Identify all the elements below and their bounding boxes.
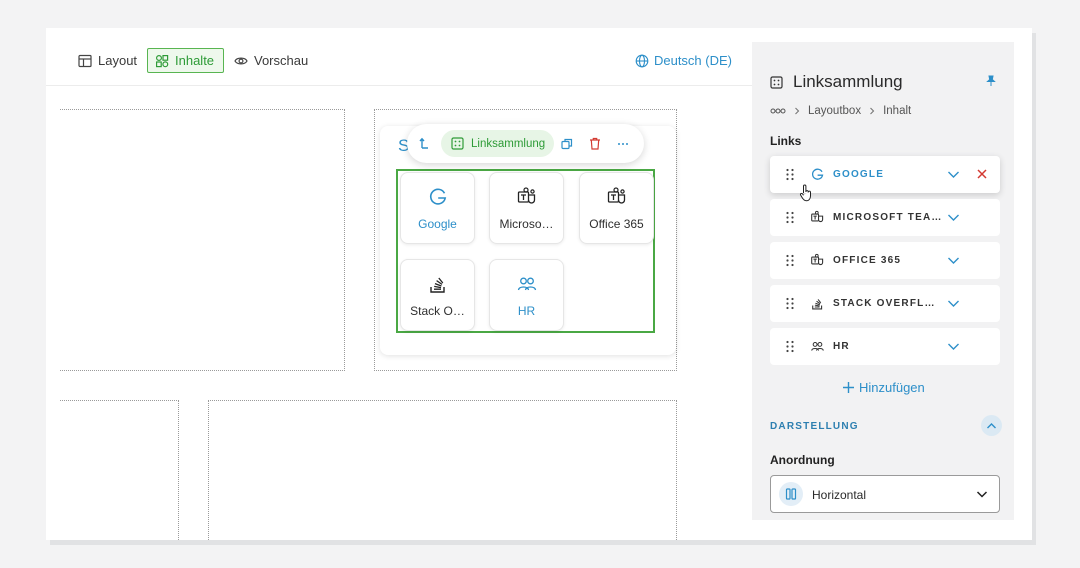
tile-label: Office 365 bbox=[589, 216, 644, 231]
link-label: HR bbox=[833, 341, 850, 352]
layout-icon bbox=[78, 54, 92, 68]
widget-type-text: Linksammlung bbox=[471, 137, 546, 150]
tab-label: Inhalte bbox=[175, 53, 215, 68]
breadcrumb-item[interactable]: Inhalt bbox=[883, 105, 911, 117]
layout-box[interactable] bbox=[60, 109, 345, 371]
breadcrumb: Layoutbox Inhalt bbox=[770, 105, 911, 117]
chevron-right-icon bbox=[793, 107, 801, 115]
teams-icon bbox=[606, 186, 628, 208]
chevron-right-icon bbox=[868, 107, 876, 115]
widget-toolbar: Linksammlung bbox=[407, 124, 644, 163]
content-icon bbox=[155, 54, 169, 68]
properties-panel: Linksammlung Layoutbox Inhalt Links GOOG… bbox=[752, 42, 1014, 520]
teams-icon bbox=[516, 186, 538, 208]
columns-icon bbox=[779, 482, 803, 506]
tile-stack-overflow[interactable]: Stack O… bbox=[400, 259, 475, 331]
panel-title-text: Linksammlung bbox=[793, 72, 903, 91]
hand-cursor-icon bbox=[799, 184, 813, 202]
link-label: STACK OVERFLOW bbox=[833, 298, 943, 309]
tile-label: HR bbox=[517, 303, 536, 318]
links-heading: Links bbox=[770, 134, 802, 148]
tile-label: Stack O… bbox=[410, 303, 465, 318]
chevron-down-icon bbox=[976, 490, 988, 499]
drag-handle-icon[interactable] bbox=[785, 340, 795, 353]
globe-icon bbox=[635, 54, 649, 68]
close-icon[interactable] bbox=[976, 168, 988, 180]
language-selector[interactable]: Deutsch (DE) bbox=[635, 48, 732, 73]
people-icon bbox=[516, 273, 538, 295]
tile-microsoft-teams[interactable]: Microso… bbox=[489, 172, 564, 244]
google-icon bbox=[427, 186, 449, 208]
link-row-stack-overflow[interactable]: STACK OVERFLOW bbox=[770, 285, 1000, 322]
drag-handle-icon[interactable] bbox=[785, 168, 795, 181]
drag-handle-icon[interactable] bbox=[785, 297, 795, 310]
google-icon bbox=[810, 167, 825, 182]
delete-button[interactable] bbox=[587, 124, 603, 163]
link-tiles-grid[interactable]: Google Microso… Office 365 Stack O… HR bbox=[396, 169, 655, 333]
display-section-heading[interactable]: DARSTELLUNG bbox=[770, 421, 859, 432]
link-label: GOOGLE bbox=[833, 169, 885, 180]
tile-label: Microso… bbox=[499, 216, 554, 231]
link-label: OFFICE 365 bbox=[833, 255, 902, 266]
layout-box[interactable] bbox=[208, 400, 677, 540]
tab-preview[interactable]: Vorschau bbox=[234, 48, 308, 73]
duplicate-button[interactable] bbox=[559, 124, 575, 163]
tab-label: Vorschau bbox=[254, 53, 309, 68]
add-link-label: Hinzufügen bbox=[859, 380, 925, 395]
tile-hr[interactable]: HR bbox=[489, 259, 564, 331]
teams-icon bbox=[810, 210, 825, 225]
stackoverflow-icon bbox=[810, 296, 825, 311]
drag-handle-icon[interactable] bbox=[785, 254, 795, 267]
tab-label: Layout bbox=[98, 53, 138, 68]
chevron-down-icon[interactable] bbox=[947, 341, 960, 352]
link-row-microsoft-teams[interactable]: MICROSOFT TEA… bbox=[770, 199, 1000, 236]
stackoverflow-icon bbox=[427, 273, 449, 295]
language-label: Deutsch (DE) bbox=[653, 53, 732, 68]
eye-icon bbox=[234, 54, 248, 68]
link-collection-icon bbox=[770, 75, 783, 89]
chevron-down-icon[interactable] bbox=[947, 255, 960, 266]
more-horizontal-icon[interactable] bbox=[770, 108, 786, 114]
arrangement-heading: Anordnung bbox=[770, 453, 835, 467]
tile-label: Google bbox=[418, 216, 457, 231]
editor-toolbar: Layout Inhalte Vorschau Deutsch (DE) bbox=[46, 28, 752, 86]
tile-google[interactable]: Google bbox=[400, 172, 475, 244]
chevron-down-icon[interactable] bbox=[947, 298, 960, 309]
more-button[interactable] bbox=[615, 124, 631, 163]
teams-icon bbox=[810, 253, 825, 268]
arrangement-value: Horizontal bbox=[812, 488, 867, 502]
editor-frame: Layout Inhalte Vorschau Deutsch (DE) S G… bbox=[46, 28, 1032, 540]
link-collection-icon bbox=[451, 137, 464, 150]
chevron-up-icon bbox=[986, 422, 997, 430]
link-label: MICROSOFT TEA… bbox=[833, 212, 943, 223]
more-icon bbox=[617, 142, 629, 146]
chevron-down-icon[interactable] bbox=[947, 169, 960, 180]
select-parent-button[interactable] bbox=[416, 124, 434, 163]
panel-title: Linksammlung bbox=[770, 72, 903, 92]
copy-icon bbox=[561, 138, 573, 150]
arrangement-select[interactable]: Horizontal bbox=[770, 475, 1000, 513]
trash-icon bbox=[589, 137, 601, 150]
tab-content[interactable]: Inhalte bbox=[147, 48, 225, 73]
chevron-down-icon[interactable] bbox=[947, 212, 960, 223]
breadcrumb-item[interactable]: Layoutbox bbox=[808, 105, 861, 117]
arrow-up-left-icon bbox=[419, 137, 431, 150]
add-link-button[interactable]: Hinzufügen bbox=[842, 380, 925, 395]
layout-box[interactable] bbox=[60, 400, 179, 540]
plus-icon bbox=[842, 381, 855, 394]
tab-layout[interactable]: Layout bbox=[78, 48, 137, 73]
widget-type-label: Linksammlung bbox=[441, 130, 555, 157]
collapse-section-button[interactable] bbox=[981, 415, 1002, 436]
tile-office-365[interactable]: Office 365 bbox=[579, 172, 654, 244]
link-row-hr[interactable]: HR bbox=[770, 328, 1000, 365]
pin-icon[interactable] bbox=[985, 75, 997, 87]
drag-handle-icon[interactable] bbox=[785, 211, 795, 224]
link-row-office-365[interactable]: OFFICE 365 bbox=[770, 242, 1000, 279]
people-icon bbox=[810, 339, 825, 354]
